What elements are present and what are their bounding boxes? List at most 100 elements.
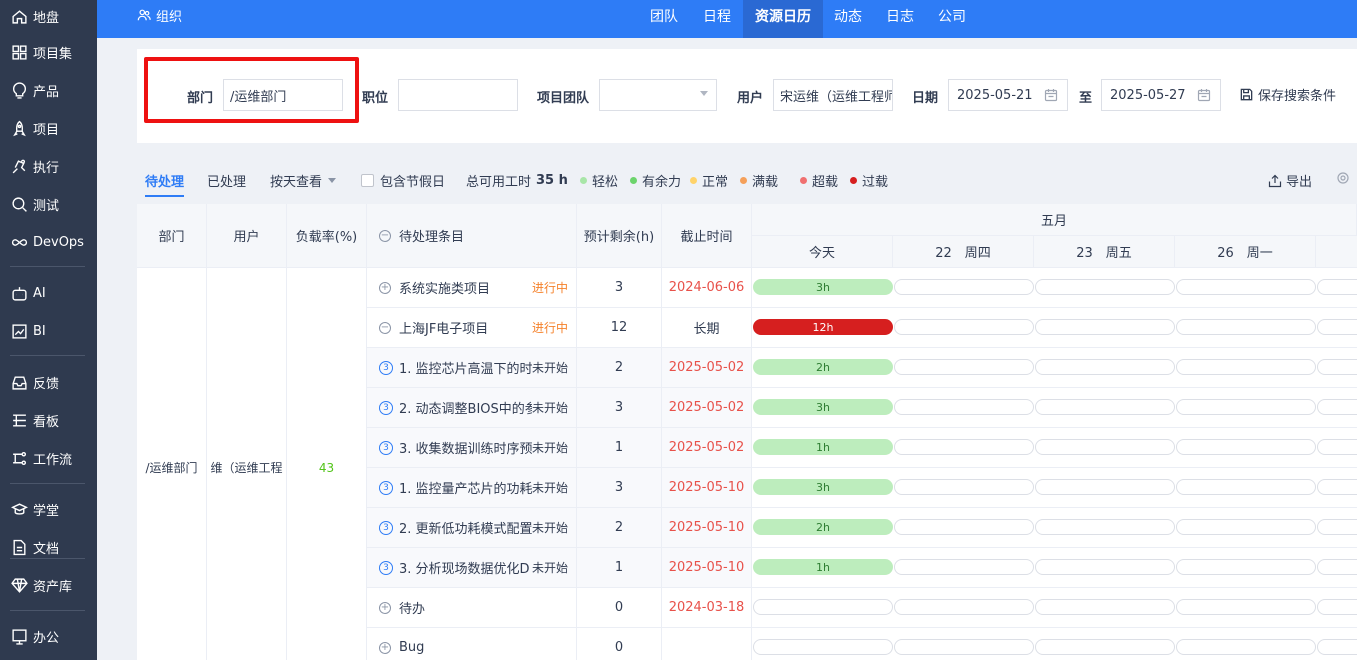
collapse-all-icon[interactable]: − [379,229,391,242]
load-bar[interactable]: 1h [753,439,893,455]
holiday-checkbox[interactable]: 包含节假日 [361,171,445,190]
load-bar[interactable] [1176,359,1316,375]
table-row-item[interactable]: − 上海JF电子项目 进行中 [367,308,577,348]
load-bar[interactable]: 1h [753,559,893,575]
table-row-item[interactable]: 3 2. 动态调整BIOS中的参 未开始 [367,388,577,428]
load-bar[interactable]: 2h [753,519,893,535]
load-bar[interactable] [1035,319,1175,335]
load-bar[interactable] [1176,479,1316,495]
load-bar[interactable] [894,639,1034,655]
load-bar[interactable] [1317,399,1357,415]
load-bar[interactable] [1176,439,1316,455]
sidebar-item-board[interactable]: 看板 [0,403,97,437]
tab-schedule[interactable]: 日程 [692,0,742,38]
load-bar[interactable]: 3h [753,399,893,415]
load-bar[interactable] [894,519,1034,535]
load-bar[interactable] [1317,439,1357,455]
load-bar[interactable] [1035,519,1175,535]
table-row-item[interactable]: + 待办 [367,588,577,628]
load-bar[interactable] [1317,639,1357,655]
table-row-item[interactable]: 3 2. 更新低功耗模式配置 未开始 [367,508,577,548]
expand-icon[interactable]: + [379,641,391,654]
load-bar[interactable] [894,359,1034,375]
collapse-icon[interactable]: − [379,321,391,334]
load-bar[interactable]: 3h [753,479,893,495]
sidebar-item-grid[interactable]: 项目集 [0,35,97,69]
export-button[interactable]: 导出 [1268,171,1312,190]
load-bar[interactable] [894,279,1034,295]
sidebar-item-robot[interactable]: AI [0,276,97,310]
tab-resource-calendar[interactable]: 资源日历 [743,0,823,38]
sidebar-item-home[interactable]: 地盘 [0,0,97,33]
tab-dynamics[interactable]: 动态 [823,0,873,38]
sidebar-item-workflow[interactable]: 工作流 [0,441,97,475]
view-mode-dropdown[interactable]: 按天查看 [270,171,337,190]
sidebar-item-academy[interactable]: 学堂 [0,492,97,526]
load-bar[interactable] [1176,399,1316,415]
load-bar[interactable] [1317,599,1357,615]
table-row-item[interactable]: 3 1. 监控芯片高温下的时 未开始 [367,348,577,388]
settings-button[interactable] [1336,171,1350,185]
load-bar[interactable] [894,479,1034,495]
load-bar[interactable] [1035,359,1175,375]
table-row-item[interactable]: 3 3. 分析现场数据优化D 未开始 [367,548,577,588]
sidebar-item-infinity[interactable]: DevOps [0,225,97,259]
load-bar[interactable] [1176,279,1316,295]
load-bar[interactable] [1035,599,1175,615]
sidebar-item-inbox[interactable]: 反馈 [0,365,97,399]
load-bar[interactable] [1176,599,1316,615]
table-row-item[interactable]: + 系统实施类项目 进行中 [367,268,577,308]
load-bar[interactable] [894,319,1034,335]
sidebar-item-run[interactable]: 执行 [0,149,97,183]
table-row-item[interactable]: 3 1. 监控量产芯片的功耗 未开始 [367,468,577,508]
load-bar[interactable] [894,599,1034,615]
load-bar[interactable] [894,559,1034,575]
tab-company[interactable]: 公司 [927,0,977,38]
team-select[interactable] [599,79,717,111]
date-start-input[interactable]: 2025-05-21 [948,79,1068,111]
load-bar[interactable] [1317,319,1357,335]
sidebar-item-lightbulb[interactable]: 产品 [0,73,97,107]
load-bar[interactable]: 3h [753,279,893,295]
load-bar[interactable] [1176,519,1316,535]
row-title: 系统实施类项目 [399,282,491,297]
load-bar[interactable] [1035,559,1175,575]
sidebar-item-chart[interactable]: BI [0,314,97,348]
load-bar[interactable] [1035,439,1175,455]
load-bar[interactable] [1176,639,1316,655]
load-bar[interactable] [753,639,893,655]
load-bar[interactable] [1317,479,1357,495]
load-bar[interactable] [1176,319,1316,335]
load-bar[interactable]: 12h [753,319,893,335]
position-input[interactable] [398,79,518,111]
tab-pending[interactable]: 待处理 [145,171,185,197]
expand-icon[interactable]: + [379,281,391,294]
load-bar[interactable]: 2h [753,359,893,375]
expand-icon[interactable]: + [379,601,391,614]
load-bar[interactable] [753,599,893,615]
org-menu[interactable]: 组织 [137,0,182,30]
load-bar[interactable] [1176,559,1316,575]
table-row-item[interactable]: 3 3. 收集数据训练时序预 未开始 [367,428,577,468]
sidebar-item-diamond[interactable]: 资产库 [0,568,97,602]
load-bar[interactable] [1035,639,1175,655]
sidebar-item-oa[interactable]: 办公 [0,619,97,653]
load-bar[interactable] [1035,479,1175,495]
user-input[interactable]: 宋运维（运维工程师 [773,79,893,111]
sidebar-item-magnifier[interactable]: 测试 [0,187,97,221]
load-bar[interactable] [1317,359,1357,375]
load-bar[interactable] [1035,279,1175,295]
tab-team[interactable]: 团队 [639,0,689,38]
table-row-item[interactable]: + Bug [367,628,577,660]
date-end-input[interactable]: 2025-05-27 [1101,79,1221,111]
load-bar[interactable] [1317,279,1357,295]
save-search-button[interactable]: 保存搜索条件 [1239,85,1336,104]
load-bar[interactable] [894,439,1034,455]
sidebar-item-rocket[interactable]: 项目 [0,111,97,145]
load-bar[interactable] [1317,559,1357,575]
load-bar[interactable] [1035,399,1175,415]
tab-log[interactable]: 日志 [875,0,925,38]
load-bar[interactable] [894,399,1034,415]
load-bar[interactable] [1317,519,1357,535]
tab-done[interactable]: 已处理 [207,171,246,190]
